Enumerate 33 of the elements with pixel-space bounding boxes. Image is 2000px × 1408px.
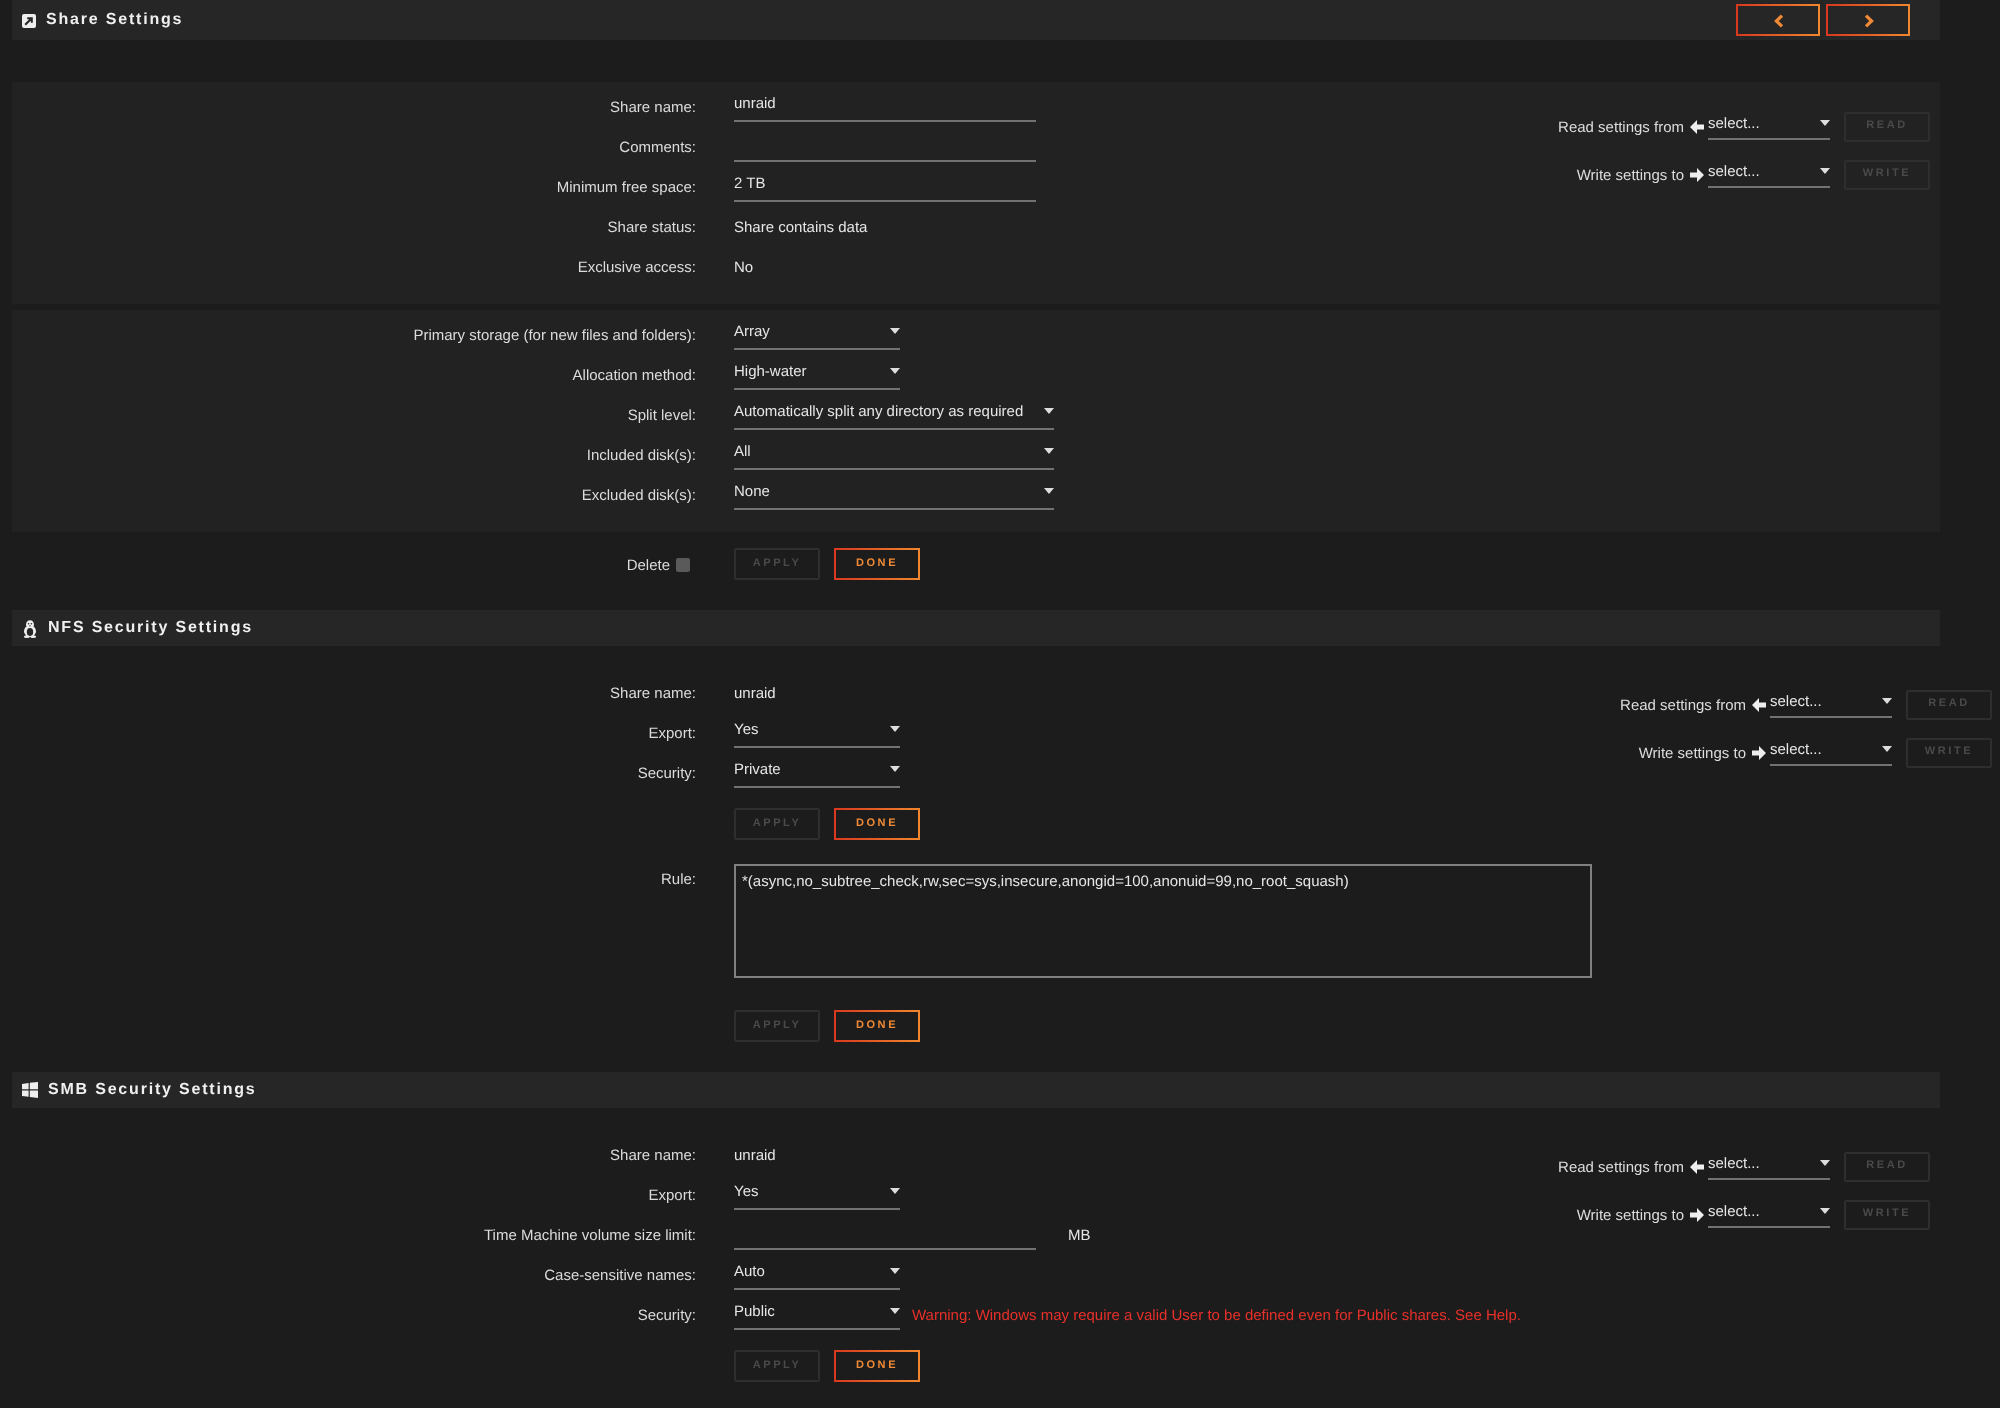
caret-icon (890, 328, 900, 334)
chevron-right-icon (1863, 13, 1873, 27)
caret-icon (890, 368, 900, 374)
caret-icon (1044, 488, 1054, 494)
caret-icon (1820, 1208, 1830, 1214)
caret-icon (1882, 698, 1892, 704)
section-title: SMB Security Settings (48, 1080, 257, 1100)
arrow-left-icon (1752, 697, 1766, 711)
caret-icon (1044, 448, 1054, 454)
previous-button[interactable] (1736, 4, 1820, 36)
caret-icon (1044, 408, 1054, 414)
next-button[interactable] (1826, 4, 1910, 36)
caret-icon (1820, 1160, 1830, 1166)
chevron-left-icon (1773, 13, 1783, 27)
arrow-right-icon (1690, 1207, 1704, 1221)
caret-icon (1882, 746, 1892, 752)
four-panes-icon (22, 1082, 38, 1098)
caret-icon (890, 1188, 900, 1194)
arrow-right-icon (1752, 745, 1766, 759)
caret-icon (1820, 168, 1830, 174)
caret-icon (890, 766, 900, 772)
caret-icon (890, 726, 900, 732)
penguin-icon (22, 619, 38, 637)
share-icon (22, 13, 36, 27)
caret-icon (890, 1268, 900, 1274)
section-title: NFS Security Settings (48, 618, 253, 638)
arrow-right-icon (1690, 167, 1704, 181)
arrow-left-icon (1690, 119, 1704, 133)
checkbox[interactable] (676, 557, 690, 571)
caret-icon (890, 1308, 900, 1314)
caret-icon (1820, 120, 1830, 126)
section-title: Share Settings (46, 10, 184, 30)
arrow-left-icon (1690, 1159, 1704, 1173)
